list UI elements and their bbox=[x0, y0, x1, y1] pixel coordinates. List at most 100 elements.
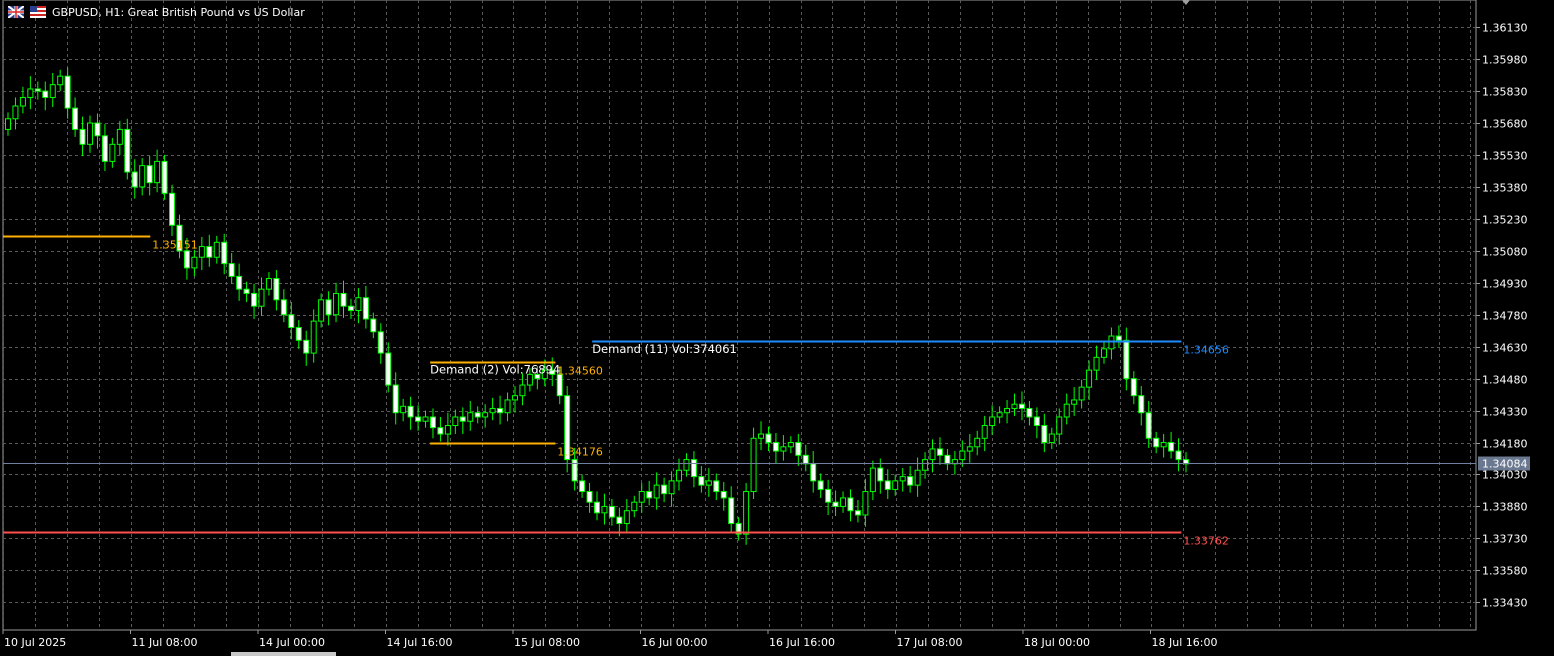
candle-body bbox=[236, 275, 243, 290]
zone-label: Demand (11) Vol:374061 bbox=[592, 342, 737, 356]
candle bbox=[765, 426, 772, 452]
y-tick-label: 1.35680 bbox=[1482, 118, 1528, 131]
candle-body bbox=[64, 75, 71, 109]
candle-body bbox=[385, 352, 392, 386]
candle-body bbox=[333, 292, 340, 316]
candle-body bbox=[556, 373, 563, 397]
y-tick-label: 1.34180 bbox=[1482, 438, 1528, 451]
candle bbox=[608, 498, 615, 526]
candle bbox=[840, 491, 847, 513]
candle-body bbox=[243, 288, 250, 294]
candle-body bbox=[310, 320, 317, 354]
candle-body bbox=[914, 469, 921, 486]
x-tick-label: 17 Jul 08:00 bbox=[897, 636, 963, 649]
candle-body bbox=[295, 327, 302, 341]
candle bbox=[191, 249, 198, 277]
candle bbox=[996, 406, 1003, 424]
candle-body bbox=[884, 480, 891, 490]
candle bbox=[124, 118, 131, 180]
candle-body bbox=[892, 480, 899, 490]
chart-title: GBPUSD, H1: Great British Pound vs US Do… bbox=[52, 5, 305, 19]
candle bbox=[631, 495, 638, 518]
candle bbox=[497, 395, 504, 425]
candle bbox=[1123, 327, 1130, 391]
horizontal-scroll-thumb[interactable] bbox=[231, 652, 336, 656]
x-tick-label: 18 Jul 16:00 bbox=[1152, 636, 1218, 649]
candle bbox=[429, 408, 436, 439]
candle-body bbox=[1011, 403, 1018, 409]
candle bbox=[109, 137, 116, 168]
candle-body bbox=[720, 491, 727, 499]
x-tick-label: 11 Jul 08:00 bbox=[132, 636, 198, 649]
candle-body bbox=[869, 467, 876, 493]
level-label: 1.34656 bbox=[1183, 344, 1229, 357]
candle bbox=[489, 397, 496, 421]
candle bbox=[974, 430, 981, 456]
candle-body bbox=[139, 165, 146, 188]
candle-body bbox=[1026, 407, 1033, 418]
candle-body bbox=[280, 299, 287, 316]
candle-body bbox=[854, 510, 861, 516]
candle bbox=[415, 405, 422, 431]
y-tick-label: 1.33730 bbox=[1482, 533, 1528, 546]
candle bbox=[355, 288, 362, 324]
candle bbox=[951, 451, 958, 475]
candle-body bbox=[1041, 425, 1048, 444]
candle bbox=[392, 372, 399, 425]
candle bbox=[623, 498, 630, 534]
candle-body bbox=[258, 288, 265, 307]
candle-body bbox=[899, 476, 906, 482]
candle-body bbox=[668, 480, 675, 495]
candle-body bbox=[1138, 395, 1145, 414]
candle bbox=[139, 158, 146, 196]
candle-body bbox=[586, 491, 593, 503]
candle bbox=[87, 115, 94, 153]
candle bbox=[936, 437, 943, 465]
candle-body bbox=[27, 88, 34, 98]
candle-body bbox=[1086, 369, 1093, 388]
x-tick-label: 10 Jul 2025 bbox=[4, 636, 66, 649]
candle bbox=[653, 472, 660, 510]
candle bbox=[1063, 393, 1070, 425]
candle bbox=[280, 289, 287, 323]
x-tick-label: 14 Jul 00:00 bbox=[259, 636, 325, 649]
candle-body bbox=[154, 160, 161, 184]
candle bbox=[780, 435, 787, 461]
candle bbox=[12, 97, 19, 130]
candle bbox=[1138, 386, 1145, 426]
candle-body bbox=[1168, 442, 1175, 452]
y-tick-label: 1.33430 bbox=[1482, 597, 1528, 610]
candle-body bbox=[146, 165, 153, 184]
candle-body bbox=[392, 384, 399, 414]
candle bbox=[407, 396, 414, 430]
candle-body bbox=[221, 241, 228, 265]
y-tick-label: 1.35230 bbox=[1482, 214, 1528, 227]
candle-body bbox=[318, 299, 325, 322]
time-axis[interactable]: 10 Jul 2025 11 Jul 08:00 14 Jul 00:00 14 Ju… bbox=[2, 630, 1218, 649]
y-tick-label: 1.35080 bbox=[1482, 246, 1528, 259]
candle bbox=[847, 489, 854, 522]
candle-body bbox=[101, 135, 108, 162]
candle-body bbox=[265, 278, 272, 290]
candle bbox=[1018, 391, 1025, 421]
candle bbox=[1048, 427, 1055, 449]
price-chart[interactable]: 1.35151 1.34560 1.34176 1.34656 1.33762 Deman… bbox=[0, 0, 1554, 656]
candle-body bbox=[944, 454, 951, 465]
candle-body bbox=[1130, 378, 1137, 397]
candle bbox=[1086, 360, 1093, 400]
candle-body bbox=[966, 446, 973, 452]
candle-body bbox=[594, 501, 600, 514]
y-tick-label: 1.33880 bbox=[1482, 501, 1528, 514]
candle-body bbox=[116, 128, 123, 145]
candle-body bbox=[1115, 335, 1122, 341]
candle bbox=[333, 282, 340, 323]
candle-body bbox=[780, 446, 787, 452]
candle-body bbox=[347, 305, 354, 311]
price-axis[interactable]: 1.36130 1.35980 1.35830 1.35680 1.35530 1.353… bbox=[1476, 22, 1530, 610]
candle bbox=[690, 451, 697, 488]
level-label: 1.33762 bbox=[1183, 535, 1229, 548]
candle-body bbox=[407, 405, 414, 418]
candle-body bbox=[579, 480, 586, 493]
candle-body bbox=[482, 412, 489, 418]
y-tick-label: 1.35530 bbox=[1482, 150, 1528, 163]
